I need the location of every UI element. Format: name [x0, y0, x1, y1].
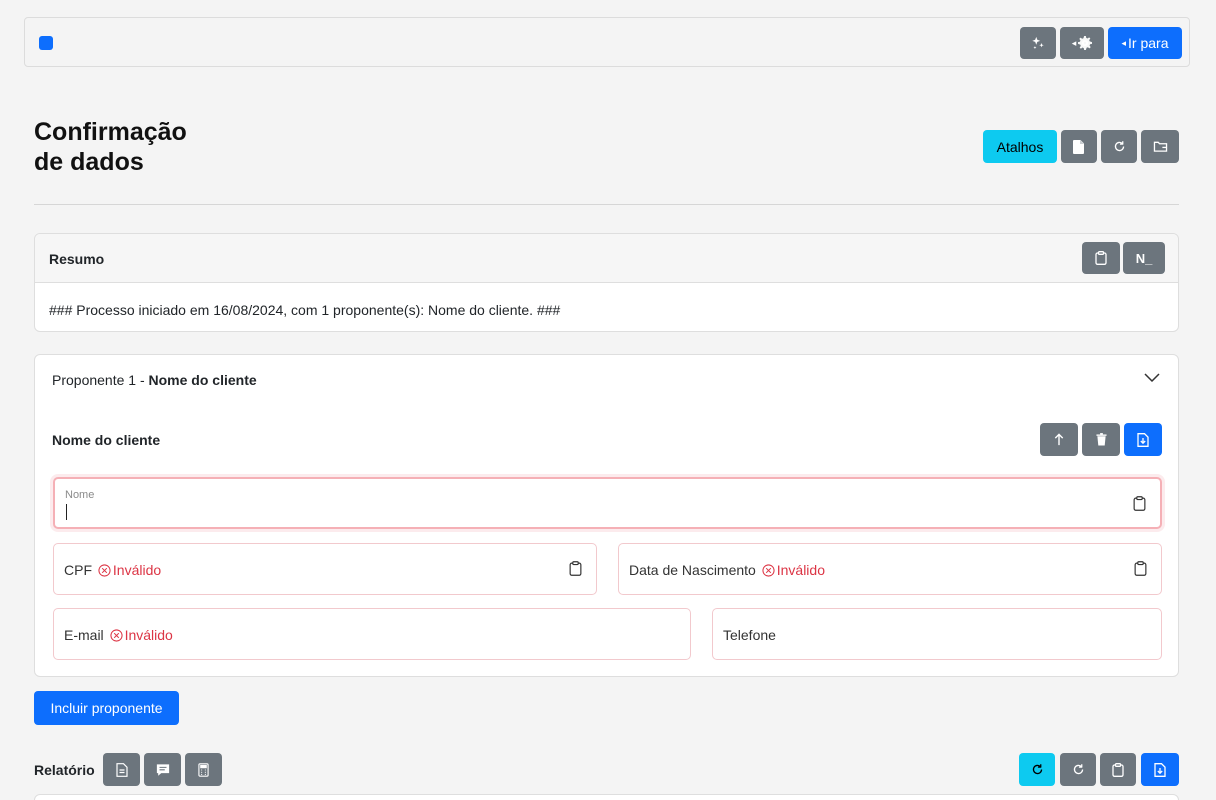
chat-icon	[156, 763, 169, 776]
clipboard-icon[interactable]	[1133, 496, 1146, 511]
proponent-accordion-header[interactable]: Proponente 1 - Nome do cliente	[52, 372, 257, 388]
x-circle-icon	[109, 629, 123, 642]
report-comment-button[interactable]	[144, 753, 181, 786]
name-field[interactable]: Nome	[53, 477, 1162, 529]
caret-left-icon: ◂	[1121, 37, 1127, 48]
gear-icon	[1078, 36, 1093, 50]
proponent-card: Proponente 1 - Nome do cliente Nome do c…	[34, 354, 1179, 677]
folder-icon	[1153, 141, 1167, 152]
delete-proponent-button[interactable]	[1082, 423, 1120, 456]
chevron-down-icon[interactable]	[1143, 371, 1161, 383]
terminal-label: N_	[1135, 250, 1153, 266]
cpf-field[interactable]: CPF Inválido	[53, 543, 597, 595]
name-label: Nome	[65, 489, 95, 501]
report-calculator-button[interactable]	[185, 753, 222, 786]
brand-logo[interactable]	[39, 36, 53, 50]
proponent-section-title: Nome do cliente	[52, 432, 161, 448]
clipboard-icon	[1112, 762, 1124, 777]
proponent-name: Nome do cliente	[148, 372, 257, 388]
shortcuts-label: Atalhos	[996, 138, 1044, 155]
refresh-button[interactable]	[1101, 130, 1137, 163]
caret-left-icon: ◂	[1071, 37, 1077, 48]
document-button[interactable]	[1061, 130, 1097, 163]
summary-title: Resumo	[49, 251, 105, 267]
cpf-invalid-badge: Inválido	[96, 562, 161, 578]
refresh-icon	[1032, 764, 1042, 775]
phone-label: Telefone	[723, 627, 776, 643]
report-refresh-button[interactable]	[1060, 753, 1096, 786]
clipboard-icon	[1095, 251, 1107, 265]
refresh-icon	[1114, 141, 1124, 152]
text-cursor	[66, 504, 67, 520]
file-download-icon	[1137, 432, 1149, 447]
folder-button[interactable]	[1141, 130, 1179, 163]
report-card	[34, 794, 1179, 800]
clipboard-icon[interactable]	[569, 561, 582, 576]
add-proponent-label: Incluir proponente	[50, 700, 163, 716]
phone-field[interactable]: Telefone	[712, 608, 1162, 660]
report-document-button[interactable]	[103, 753, 140, 786]
shortcuts-button[interactable]: Atalhos	[983, 130, 1057, 163]
arrow-up-icon	[1054, 433, 1064, 446]
summary-text: ### Processo iniciado em 16/08/2024, com…	[49, 302, 561, 318]
goto-label: Ir para	[1128, 35, 1169, 51]
proponent-prefix: Proponente 1 -	[52, 372, 149, 388]
divider	[34, 204, 1179, 205]
move-up-button[interactable]	[1040, 423, 1078, 456]
email-field[interactable]: E-mail Inválido	[53, 608, 691, 660]
summary-card: Resumo N_ ### Processo iniciado em 16/08…	[34, 233, 1179, 332]
birth-date-field[interactable]: Data de Nascimento Inválido	[618, 543, 1162, 595]
summary-header: Resumo N_	[35, 234, 1178, 283]
sparkle-icon	[1032, 36, 1044, 50]
page-title: Confirmação de dados	[34, 118, 187, 176]
refresh-icon	[1073, 764, 1083, 775]
terminal-button[interactable]: N_	[1123, 242, 1165, 274]
birth-date-invalid-badge: Inválido	[760, 562, 825, 578]
x-circle-icon	[762, 564, 775, 577]
document-icon	[1073, 139, 1084, 154]
settings-dropdown-button[interactable]: ◂	[1060, 27, 1104, 59]
magic-button[interactable]	[1020, 27, 1056, 59]
x-circle-icon	[98, 564, 111, 577]
birth-date-label: Data de Nascimento Inválido	[629, 562, 825, 578]
report-sync-button[interactable]	[1019, 753, 1055, 786]
copy-summary-button[interactable]	[1082, 242, 1120, 274]
file-download-icon	[1154, 762, 1166, 777]
email-invalid-badge: Inválido	[108, 627, 173, 643]
goto-dropdown-button[interactable]: ◂ Ir para	[1108, 27, 1182, 59]
report-copy-button[interactable]	[1100, 753, 1136, 786]
file-text-icon	[115, 762, 128, 777]
top-navbar: ◂ ◂ Ir para	[24, 17, 1190, 67]
add-proponent-button[interactable]: Incluir proponente	[34, 691, 179, 725]
cpf-label: CPF Inválido	[64, 562, 162, 578]
clipboard-icon[interactable]	[1134, 561, 1147, 576]
trash-icon	[1095, 433, 1107, 446]
report-export-button[interactable]	[1141, 753, 1179, 786]
export-proponent-button[interactable]	[1124, 423, 1162, 456]
report-label: Relatório	[34, 762, 95, 778]
calculator-icon	[198, 762, 209, 777]
email-label: E-mail Inválido	[64, 627, 173, 643]
